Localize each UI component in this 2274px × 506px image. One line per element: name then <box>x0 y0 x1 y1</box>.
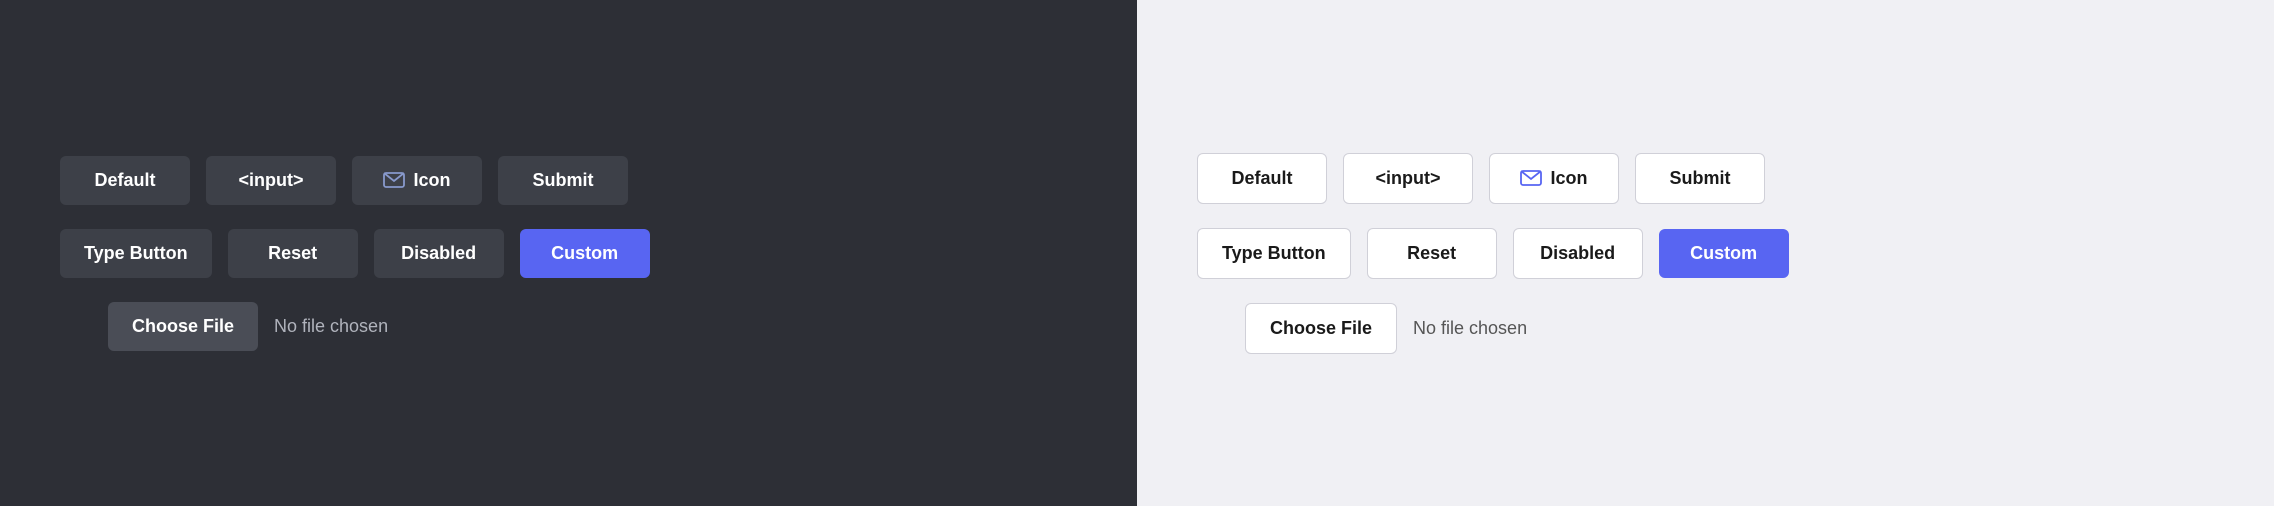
dark-type-label: Type Button <box>84 243 188 264</box>
dark-custom-button[interactable]: Custom <box>520 229 650 278</box>
dark-submit-button[interactable]: Submit <box>498 156 628 205</box>
light-default-label: Default <box>1231 168 1292 189</box>
light-choose-file-label: Choose File <box>1270 318 1372 338</box>
light-icon-label: Icon <box>1550 168 1587 189</box>
dark-file-row: Choose File No file chosen <box>60 302 388 351</box>
dark-disabled-button[interactable]: Disabled <box>374 229 504 278</box>
light-reset-button[interactable]: Reset <box>1367 228 1497 279</box>
mail-icon-light <box>1520 170 1542 186</box>
light-disabled-label: Disabled <box>1540 243 1615 264</box>
dark-choose-file-button[interactable]: Choose File <box>108 302 258 351</box>
light-submit-label: Submit <box>1670 168 1731 189</box>
light-custom-button[interactable]: Custom <box>1659 229 1789 278</box>
light-type-label: Type Button <box>1222 243 1326 264</box>
dark-row-1: Default <input> Icon Submit <box>60 156 628 205</box>
light-disabled-button[interactable]: Disabled <box>1513 228 1643 279</box>
dark-no-file-text: No file chosen <box>274 316 388 337</box>
light-panel: Default <input> Icon Submit Type Button … <box>1137 0 2274 506</box>
dark-default-button[interactable]: Default <box>60 156 190 205</box>
mail-icon <box>383 172 405 188</box>
dark-icon-button[interactable]: Icon <box>352 156 482 205</box>
dark-input-button[interactable]: <input> <box>206 156 336 205</box>
light-reset-label: Reset <box>1407 243 1456 264</box>
light-file-row: Choose File No file chosen <box>1197 303 1527 354</box>
dark-submit-label: Submit <box>533 170 594 191</box>
light-custom-label: Custom <box>1690 243 1757 264</box>
dark-custom-label: Custom <box>551 243 618 263</box>
dark-disabled-label: Disabled <box>401 243 476 264</box>
dark-input-label: <input> <box>238 170 303 191</box>
light-row-1: Default <input> Icon Submit <box>1197 153 1765 204</box>
dark-reset-label: Reset <box>268 243 317 264</box>
light-input-button[interactable]: <input> <box>1343 153 1473 204</box>
dark-choose-file-label: Choose File <box>132 316 234 336</box>
dark-type-button[interactable]: Type Button <box>60 229 212 278</box>
light-submit-button[interactable]: Submit <box>1635 153 1765 204</box>
light-icon-button[interactable]: Icon <box>1489 153 1619 204</box>
dark-reset-button[interactable]: Reset <box>228 229 358 278</box>
dark-icon-label: Icon <box>413 170 450 191</box>
light-default-button[interactable]: Default <box>1197 153 1327 204</box>
light-choose-file-button[interactable]: Choose File <box>1245 303 1397 354</box>
dark-row-2: Type Button Reset Disabled Custom <box>60 229 650 278</box>
light-type-button[interactable]: Type Button <box>1197 228 1351 279</box>
light-input-label: <input> <box>1375 168 1440 189</box>
light-no-file-text: No file chosen <box>1413 318 1527 339</box>
dark-default-label: Default <box>94 170 155 191</box>
light-row-2: Type Button Reset Disabled Custom <box>1197 228 1789 279</box>
dark-panel: Default <input> Icon Submit Type Button … <box>0 0 1137 506</box>
